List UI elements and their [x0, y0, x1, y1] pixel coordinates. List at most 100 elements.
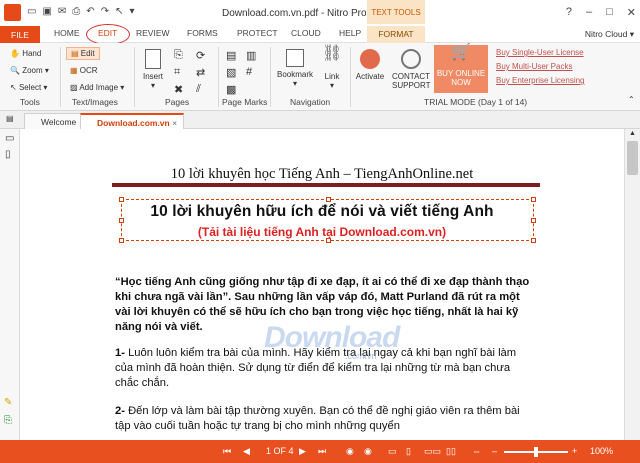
group-label-pages: Pages [165, 97, 190, 107]
forward-icon[interactable]: ◉ [364, 446, 372, 457]
tabs-menu-icon[interactable]: ▤ [6, 114, 14, 123]
nitro-logo-icon[interactable] [4, 4, 21, 21]
maximize-icon[interactable]: □ [606, 6, 613, 19]
facing-continuous-icon[interactable]: ▯▯ [446, 446, 456, 457]
cart-icon: 🛒 [451, 44, 471, 61]
contact-label: CONTACT SUPPORT [392, 72, 431, 90]
crop-icon[interactable]: ⌗ [174, 66, 180, 79]
last-page-icon[interactable]: ⏭ [318, 446, 326, 457]
doc-tab-welcome[interactable]: Welcome [24, 113, 84, 129]
link-button[interactable]: ⛓ Link ▾ [320, 45, 344, 91]
tab-help[interactable]: HELP [339, 28, 361, 38]
header-footer-icon[interactable]: ▤ [226, 49, 236, 62]
document-title[interactable]: 10 lời khuyên hữu ích để nói và viết tiế… [20, 203, 624, 221]
resize-handle[interactable] [119, 197, 124, 202]
zoom-slider[interactable] [504, 447, 568, 457]
scroll-up-icon[interactable]: ▲ [629, 130, 636, 137]
zoom-tool-button[interactable]: 🔍 Zoom ▾ [10, 66, 49, 75]
select-arrow-icon[interactable]: ↖ [115, 6, 123, 18]
continuous-view-icon[interactable]: ▯ [406, 446, 411, 457]
rotate-icon[interactable]: ⟳ [196, 49, 205, 62]
add-image-button[interactable]: ▨ Add Image ▾ [70, 83, 124, 92]
buy-enterprise-link[interactable]: Buy Enterprise Licensing [496, 76, 585, 85]
resize-handle[interactable] [326, 197, 331, 202]
insert-page-button[interactable]: Insert ▾ [140, 49, 166, 90]
scroll-thumb[interactable] [627, 141, 638, 175]
help-icon[interactable]: ? [566, 6, 572, 19]
fit-width-icon[interactable]: ⇔ [472, 446, 481, 456]
support-icon [401, 49, 421, 69]
select-tool-button[interactable]: ↖ Select ▾ [10, 83, 47, 92]
zoom-slider-thumb[interactable] [534, 447, 538, 457]
zoom-out-icon[interactable]: – [492, 446, 497, 456]
buy-multi-user-link[interactable]: Buy Multi-User Packs [496, 62, 572, 71]
header-rule [112, 183, 540, 187]
pages-panel-icon[interactable]: ▭ [5, 133, 14, 144]
tab-review[interactable]: REVIEW [136, 28, 170, 38]
nitro-cloud-user[interactable]: Nitro Cloud ▾ [585, 29, 634, 40]
print-icon[interactable]: ⎙ [72, 6, 80, 18]
undo-icon[interactable]: ↶ [86, 6, 94, 18]
facing-view-icon[interactable]: ▭▭ [424, 446, 441, 457]
watermark-icon[interactable]: ▥ [246, 49, 256, 62]
replace-page-icon[interactable]: ⇄ [196, 66, 205, 79]
close-icon[interactable]: ✕ [627, 6, 636, 19]
tab-home[interactable]: HOME [54, 28, 80, 38]
buy-online-button[interactable]: 🛒 BUY ONLINE NOW [434, 45, 488, 93]
tab-cloud[interactable]: CLOUD [291, 28, 321, 38]
zoom-in-icon[interactable]: + [572, 446, 577, 456]
open-icon[interactable]: ▭ [27, 6, 36, 18]
document-view[interactable]: 10 lời khuyên học Tiếng Anh – TiengAnhOn… [20, 129, 624, 440]
buy-online-label: BUY ONLINE NOW [436, 69, 486, 87]
first-page-icon[interactable]: ⏮ [223, 446, 231, 457]
separator [218, 47, 219, 107]
tab-file[interactable]: FILE [0, 26, 40, 43]
edit-text-button[interactable]: ▤ Edit [66, 47, 100, 60]
link-icon: ⛓ [322, 45, 343, 62]
minimize-icon[interactable]: – [586, 6, 592, 19]
collapse-ribbon-icon[interactable]: ⌃ [628, 95, 635, 104]
separator [270, 47, 271, 107]
redo-icon[interactable]: ↷ [101, 6, 109, 18]
background-icon[interactable]: ▩ [226, 83, 236, 96]
vertical-scrollbar[interactable]: ▲ [624, 129, 640, 440]
edit-tab-highlight-circle [86, 24, 130, 45]
bates-icon[interactable]: ▧ [226, 66, 236, 79]
group-label-text-images: Text/Images [72, 97, 118, 107]
dropdown-icon[interactable]: ▾ [129, 6, 134, 18]
attachments-panel-icon[interactable]: ⎘ [4, 415, 12, 426]
add-image-label: Add Image [79, 83, 119, 92]
tab-format[interactable]: FORMAT [367, 26, 425, 43]
resize-handle[interactable] [531, 197, 536, 202]
activate-button[interactable]: Activate [355, 49, 385, 81]
doc-tab-download[interactable]: Download.com.vn × [80, 113, 185, 129]
delete-page-icon[interactable]: ✖ [174, 83, 183, 96]
single-page-view-icon[interactable]: ▭ [388, 446, 397, 457]
tab-protect[interactable]: PROTECT [237, 28, 278, 38]
extract-page-icon[interactable]: ⎘ [174, 49, 183, 62]
back-icon[interactable]: ◉ [346, 446, 354, 457]
page-header: 10 lời khuyên học Tiếng Anh – TiengAnhOn… [170, 166, 474, 182]
page-indicator[interactable]: 1 OF 4 [266, 446, 294, 456]
split-icon[interactable]: ⫽ [196, 83, 201, 96]
tip-1-number: 1- [115, 347, 125, 359]
document-subtitle[interactable]: (Tải tài liệu tiếng Anh tại Download.com… [20, 225, 624, 239]
contact-support-button[interactable]: CONTACT SUPPORT [392, 49, 431, 90]
next-page-icon[interactable]: ▶ [299, 446, 306, 457]
buy-single-user-link[interactable]: Buy Single-User License [496, 48, 584, 57]
email-icon[interactable]: ✉ [58, 6, 66, 18]
close-tab-icon[interactable]: × [172, 118, 177, 128]
tip-2-number: 2- [115, 405, 125, 417]
tab-forms[interactable]: FORMS [187, 28, 218, 38]
hand-tool-button[interactable]: ✋ Hand [10, 49, 41, 58]
page-number-icon[interactable]: # [246, 66, 252, 78]
previous-page-icon[interactable]: ◀ [243, 446, 250, 457]
bookmarks-panel-icon[interactable]: ▯ [5, 149, 11, 160]
link-label: Link [324, 72, 340, 81]
save-icon[interactable]: ▣ [42, 6, 51, 18]
ocr-button[interactable]: ▦ OCR [70, 66, 98, 75]
bookmark-button[interactable]: Bookmark ▾ [275, 49, 315, 88]
comments-panel-icon[interactable]: ✎ [4, 397, 12, 408]
zoom-level[interactable]: 100% [590, 446, 613, 456]
bookmark-label: Bookmark [276, 70, 313, 79]
